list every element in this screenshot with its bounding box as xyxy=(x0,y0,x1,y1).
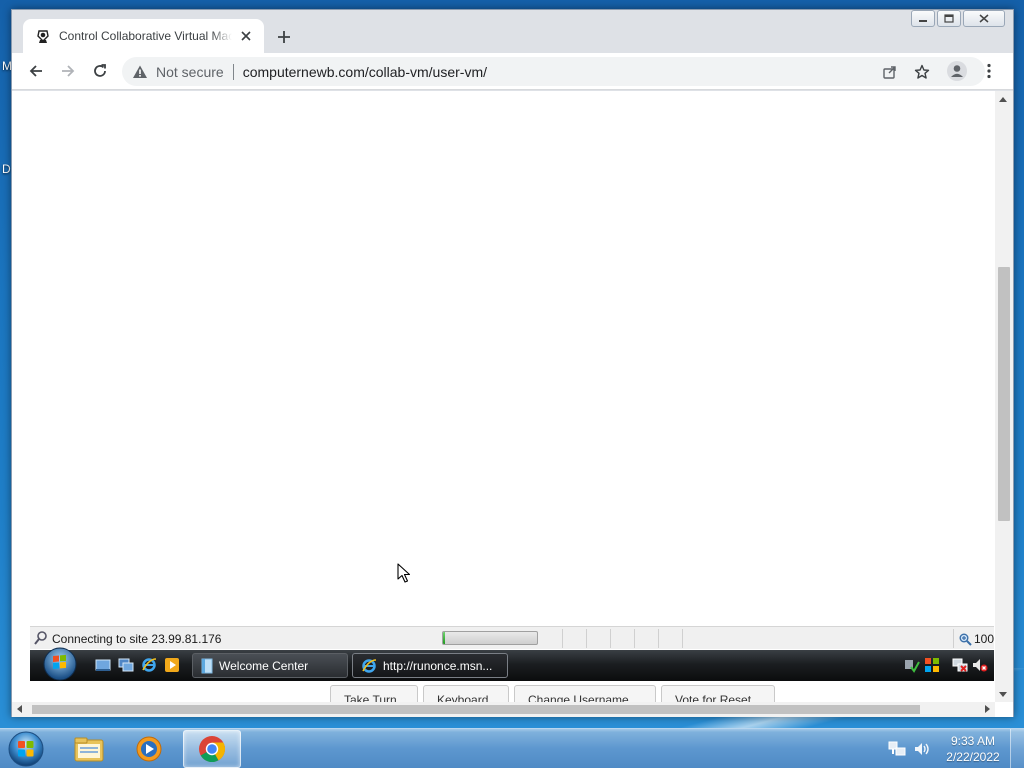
warning-icon[interactable] xyxy=(132,64,148,80)
explorer-icon xyxy=(74,737,104,762)
page-viewport[interactable]: Connecting to site 23.99.81.176 100 Welc… xyxy=(12,91,1013,717)
guest-start-orb[interactable] xyxy=(40,647,80,681)
plus-icon[interactable] xyxy=(274,27,294,47)
guest-task-label: Welcome Center xyxy=(219,658,309,673)
show-desktop-icon[interactable] xyxy=(95,657,111,673)
status-divider xyxy=(562,629,563,648)
security-status-label[interactable]: Not secure xyxy=(156,64,224,80)
url-text[interactable]: computernewb.com/collab-vm/user-vm/ xyxy=(243,64,487,80)
scroll-left-arrow-icon[interactable] xyxy=(17,705,22,713)
status-divider xyxy=(953,629,954,648)
guest-task-label: http://runonce.msn... xyxy=(383,658,493,673)
close-icon[interactable] xyxy=(238,28,254,44)
start-button[interactable] xyxy=(4,730,48,768)
profile-icon[interactable] xyxy=(945,59,969,83)
windows-update-icon[interactable] xyxy=(924,657,940,673)
taskbar-media-player[interactable] xyxy=(120,730,178,768)
page-load-progress xyxy=(442,631,538,645)
zoom-level: 100 xyxy=(973,632,994,646)
security-check-icon[interactable] xyxy=(904,657,920,673)
reload-icon[interactable] xyxy=(88,59,112,83)
chrome-window: Control Collaborative Virtual Machine xyxy=(11,9,1014,717)
chrome-icon xyxy=(199,736,226,763)
status-divider xyxy=(586,629,587,648)
scroll-down-arrow-icon[interactable] xyxy=(999,692,1007,697)
minimize-icon[interactable] xyxy=(911,10,935,27)
guest-task-internet-explorer[interactable]: http://runonce.msn... xyxy=(352,653,508,678)
progress-fill xyxy=(443,632,445,644)
volume-icon[interactable] xyxy=(914,741,932,757)
browser-tab[interactable]: Control Collaborative Virtual Machine xyxy=(23,19,264,53)
clock-time: 9:33 AM xyxy=(950,734,996,748)
close-icon[interactable] xyxy=(963,10,1005,27)
windows-orb-icon xyxy=(8,731,44,767)
window-controls xyxy=(911,10,1005,27)
restore-icon[interactable] xyxy=(937,10,961,27)
ie-status-text: Connecting to site 23.99.81.176 xyxy=(52,632,222,646)
zoom-control[interactable]: 100 xyxy=(959,632,994,646)
media-player-icon xyxy=(136,736,162,762)
guest-taskbar: Welcome Center http://runonce.msn... xyxy=(30,647,994,681)
zoom-icon xyxy=(959,633,972,646)
clock[interactable]: 9:33 AM 2/22/2022 xyxy=(940,733,1006,765)
tab-title: Control Collaborative Virtual Machine xyxy=(59,29,232,43)
taskbar-chrome[interactable] xyxy=(183,730,241,768)
mouse-cursor-icon xyxy=(397,563,411,583)
taskbar: 9:33 AM 2/22/2022 xyxy=(0,728,1024,768)
status-divider xyxy=(682,629,683,648)
vertical-scrollbar[interactable] xyxy=(995,91,1013,702)
clock-date: 2/22/2022 xyxy=(946,750,1000,764)
horizontal-scrollbar[interactable] xyxy=(12,702,995,717)
network-disconnected-icon[interactable] xyxy=(952,657,968,673)
desktop-icon-label-fragment: D xyxy=(2,162,11,176)
address-bar[interactable]: Not secure computernewb.com/collab-vm/us… xyxy=(122,57,985,86)
vertical-scroll-thumb[interactable] xyxy=(998,267,1010,521)
ie-status-bar: Connecting to site 23.99.81.176 100 xyxy=(30,626,994,649)
taskbar-explorer[interactable] xyxy=(60,730,118,768)
horizontal-scroll-thumb[interactable] xyxy=(32,705,920,714)
volume-muted-icon[interactable] xyxy=(972,657,988,673)
browser-toolbar: Not secure computernewb.com/collab-vm/us… xyxy=(12,53,1013,90)
vm-display[interactable]: Connecting to site 23.99.81.176 100 Welc… xyxy=(30,91,994,707)
forward-arrow-icon[interactable] xyxy=(56,59,80,83)
scroll-up-arrow-icon[interactable] xyxy=(999,97,1007,102)
tab-strip: Control Collaborative Virtual Machine xyxy=(12,10,1013,53)
collabvm-icon xyxy=(35,28,51,44)
ie-icon xyxy=(362,658,377,673)
show-desktop-button[interactable] xyxy=(1010,729,1024,768)
share-icon[interactable] xyxy=(881,63,899,81)
guest-task-welcome-center[interactable]: Welcome Center xyxy=(192,653,348,678)
magnifier-icon xyxy=(33,630,49,646)
status-divider xyxy=(634,629,635,648)
status-divider xyxy=(658,629,659,648)
ie-icon[interactable] xyxy=(141,657,157,673)
switch-windows-icon[interactable] xyxy=(118,657,134,673)
guest-system-tray xyxy=(904,657,988,673)
back-arrow-icon[interactable] xyxy=(24,59,48,83)
star-icon[interactable] xyxy=(913,63,931,81)
network-icon[interactable] xyxy=(888,741,906,757)
media-player-icon[interactable] xyxy=(164,657,180,673)
scroll-right-arrow-icon[interactable] xyxy=(985,705,990,713)
status-divider xyxy=(610,629,611,648)
omnibox-divider xyxy=(232,63,234,80)
kebab-menu-icon[interactable] xyxy=(977,59,1001,83)
welcome-center-icon xyxy=(201,658,213,673)
system-tray xyxy=(888,741,932,757)
